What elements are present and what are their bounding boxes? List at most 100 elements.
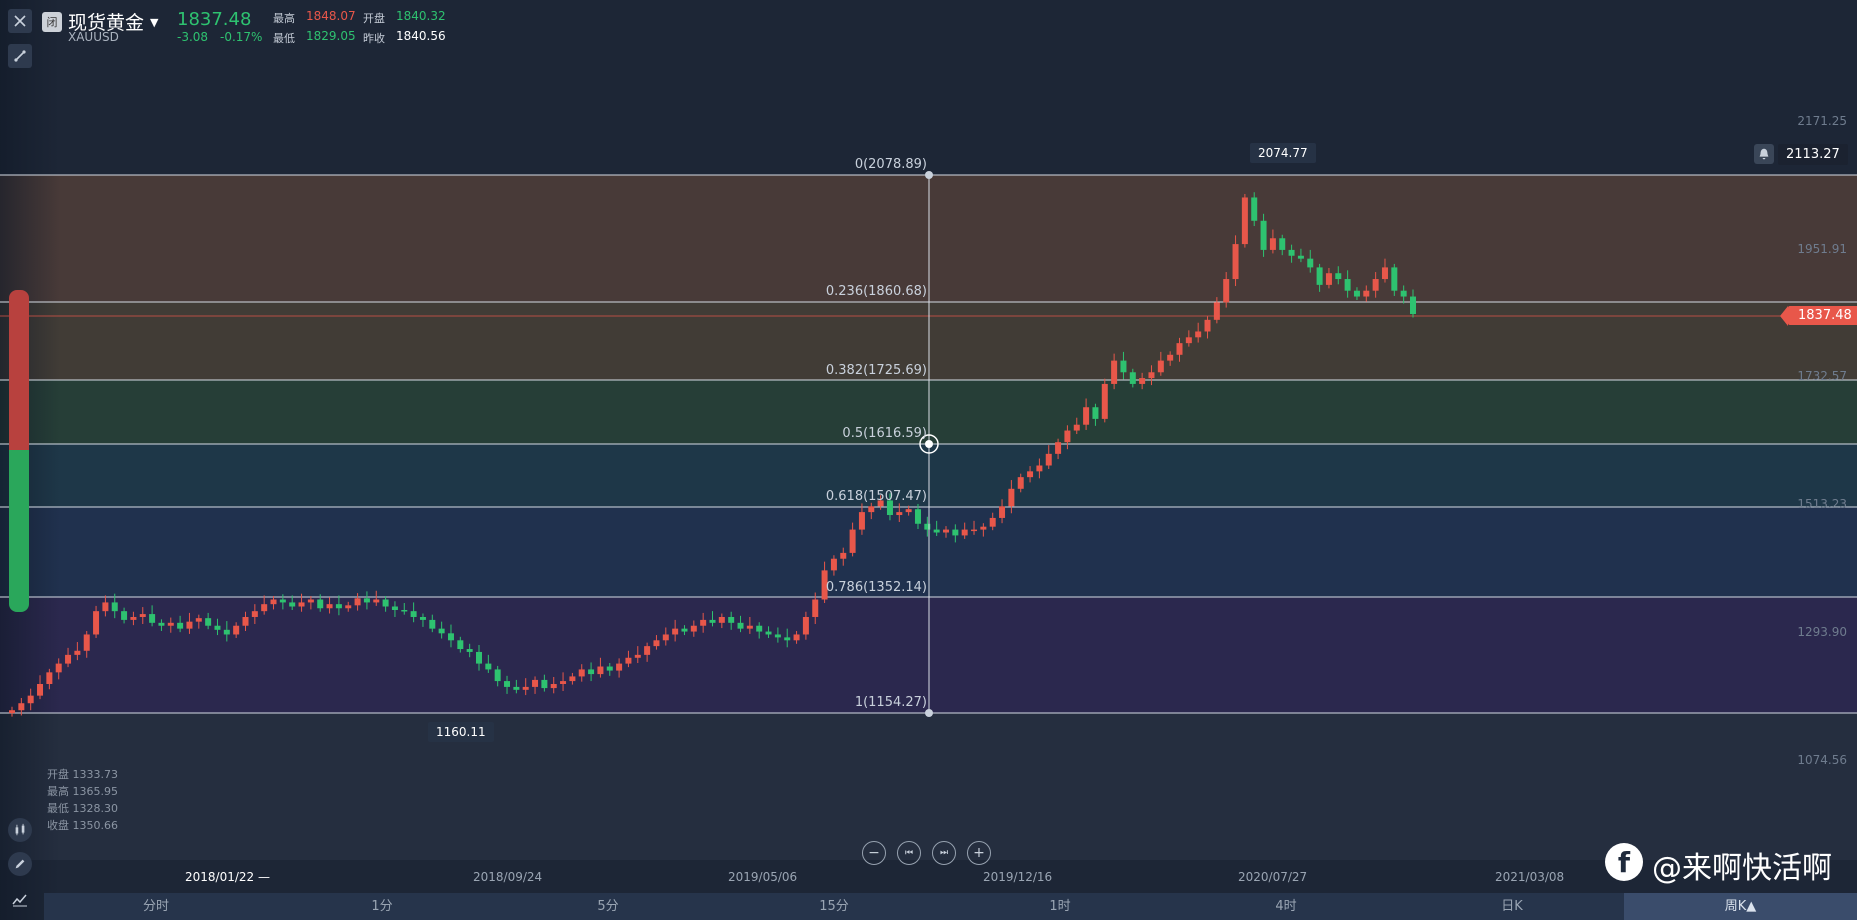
candle-body: [270, 599, 277, 605]
fib-handle-top[interactable]: [925, 171, 933, 179]
candle-body: [1101, 383, 1108, 419]
candle-body: [307, 599, 314, 603]
sentiment-bar-bear: [9, 450, 29, 612]
candle-body: [289, 602, 296, 607]
candle-body: [578, 669, 585, 677]
candle-body: [765, 631, 772, 635]
candle-body: [195, 618, 202, 622]
draw-tool-button[interactable]: [8, 44, 32, 68]
trough-price-label: 1160.11: [428, 722, 494, 742]
alert-button[interactable]: [1754, 144, 1774, 164]
candle-body: [494, 669, 501, 682]
candle-body: [233, 625, 240, 635]
high-value: 1848.07: [306, 9, 356, 23]
candle-body: [971, 529, 978, 532]
fib-label: 0.236(1860.68): [825, 284, 927, 299]
fib-band: [0, 713, 1857, 860]
candle-body: [401, 609, 408, 612]
chart-type-button[interactable]: [8, 888, 32, 912]
period-tab[interactable]: 1分: [312, 893, 452, 920]
prev-close-label: 昨收: [363, 32, 385, 45]
watermark-text: @来啊快活啊: [1652, 851, 1832, 886]
candle-body: [550, 683, 557, 689]
symbol-dropdown-icon[interactable]: ▼: [150, 16, 158, 29]
candle-body: [709, 619, 716, 623]
period-tab[interactable]: 5分: [538, 893, 678, 920]
period-tab[interactable]: 1时: [990, 893, 1130, 920]
candle-body: [317, 599, 324, 609]
weibo-logo-icon: f: [1605, 843, 1643, 881]
candle-body: [1363, 290, 1370, 297]
jump-start-button[interactable]: ⏮: [897, 841, 921, 865]
candle-body: [1241, 197, 1248, 245]
candle-body: [419, 616, 426, 620]
sentiment-bar-bull: [9, 290, 29, 450]
candle-body: [1325, 273, 1332, 285]
close-button[interactable]: [8, 9, 32, 33]
period-tab-selected[interactable]: 周K▲: [1624, 893, 1857, 920]
bell-icon: [1759, 148, 1769, 160]
candle-body: [27, 695, 34, 704]
candle-body: [1195, 331, 1202, 338]
plus-icon: +: [973, 845, 985, 861]
candle-body: [1279, 238, 1286, 250]
candle-body: [1008, 488, 1015, 507]
price-axis-label: 1293.90: [1797, 625, 1847, 639]
candle-body: [896, 512, 903, 516]
fib-label: 0.5(1616.59): [842, 426, 927, 441]
indicator-button[interactable]: [8, 818, 32, 842]
candle-body: [1064, 430, 1071, 443]
zoom-in-button[interactable]: +: [967, 841, 991, 865]
candle-body: [830, 558, 837, 571]
candle-body: [802, 616, 809, 635]
fib-handle-center-dot[interactable]: [925, 440, 933, 448]
fib-label: 0(2078.89): [854, 157, 927, 172]
candle-body: [102, 602, 109, 612]
candle-body: [681, 628, 688, 632]
candle-body: [438, 628, 445, 634]
candle-body: [111, 602, 118, 612]
price-change-pct: -0.17%: [220, 30, 263, 44]
candle-body: [653, 640, 660, 647]
candle-body: [354, 598, 361, 606]
candle-body: [335, 604, 342, 609]
skip-back-icon: ⏮: [904, 848, 914, 858]
candle-body: [943, 529, 949, 533]
zoom-out-button[interactable]: −: [862, 841, 886, 865]
candle-body: [83, 634, 90, 651]
candle-body: [1307, 258, 1314, 268]
candle-body: [1251, 197, 1258, 221]
candle-body: [700, 619, 707, 626]
candle-body: [858, 512, 865, 530]
last-price: 1837.48: [177, 9, 252, 30]
price-chart[interactable]: [0, 0, 1857, 920]
candle-body: [130, 616, 137, 620]
candle-body: [1372, 279, 1379, 291]
candle-body: [1223, 279, 1230, 303]
candle-body: [1232, 244, 1239, 280]
candle-body: [1316, 267, 1323, 285]
period-tab[interactable]: 日K: [1442, 893, 1582, 920]
pencil-button[interactable]: [8, 852, 32, 876]
candle-body: [1344, 279, 1351, 291]
fib-handle-bottom[interactable]: [925, 709, 933, 717]
candle-body: [139, 614, 146, 617]
candle-body: [840, 552, 847, 559]
candle-body: [1073, 424, 1080, 431]
candle-body: [625, 657, 632, 664]
candle-body: [410, 611, 417, 617]
period-tab[interactable]: 15分: [764, 893, 904, 920]
candle-body: [541, 679, 548, 689]
candle-body: [251, 611, 258, 617]
trading-app: 闭 现货黄金 ▼ XAUUSD 1837.48 -3.08 -0.17% 最高 …: [0, 0, 1857, 920]
period-tab[interactable]: 4时: [1216, 893, 1356, 920]
price-axis-label: 2171.25: [1797, 114, 1847, 128]
low-label: 最低: [273, 32, 295, 45]
period-tab[interactable]: 分时: [86, 893, 226, 920]
candle-body: [1120, 360, 1127, 373]
open-value: 1840.32: [396, 9, 446, 23]
candle-body: [774, 634, 781, 638]
jump-end-button[interactable]: ⏭: [932, 841, 956, 865]
candle-body: [149, 614, 156, 623]
candle-body: [756, 625, 763, 632]
